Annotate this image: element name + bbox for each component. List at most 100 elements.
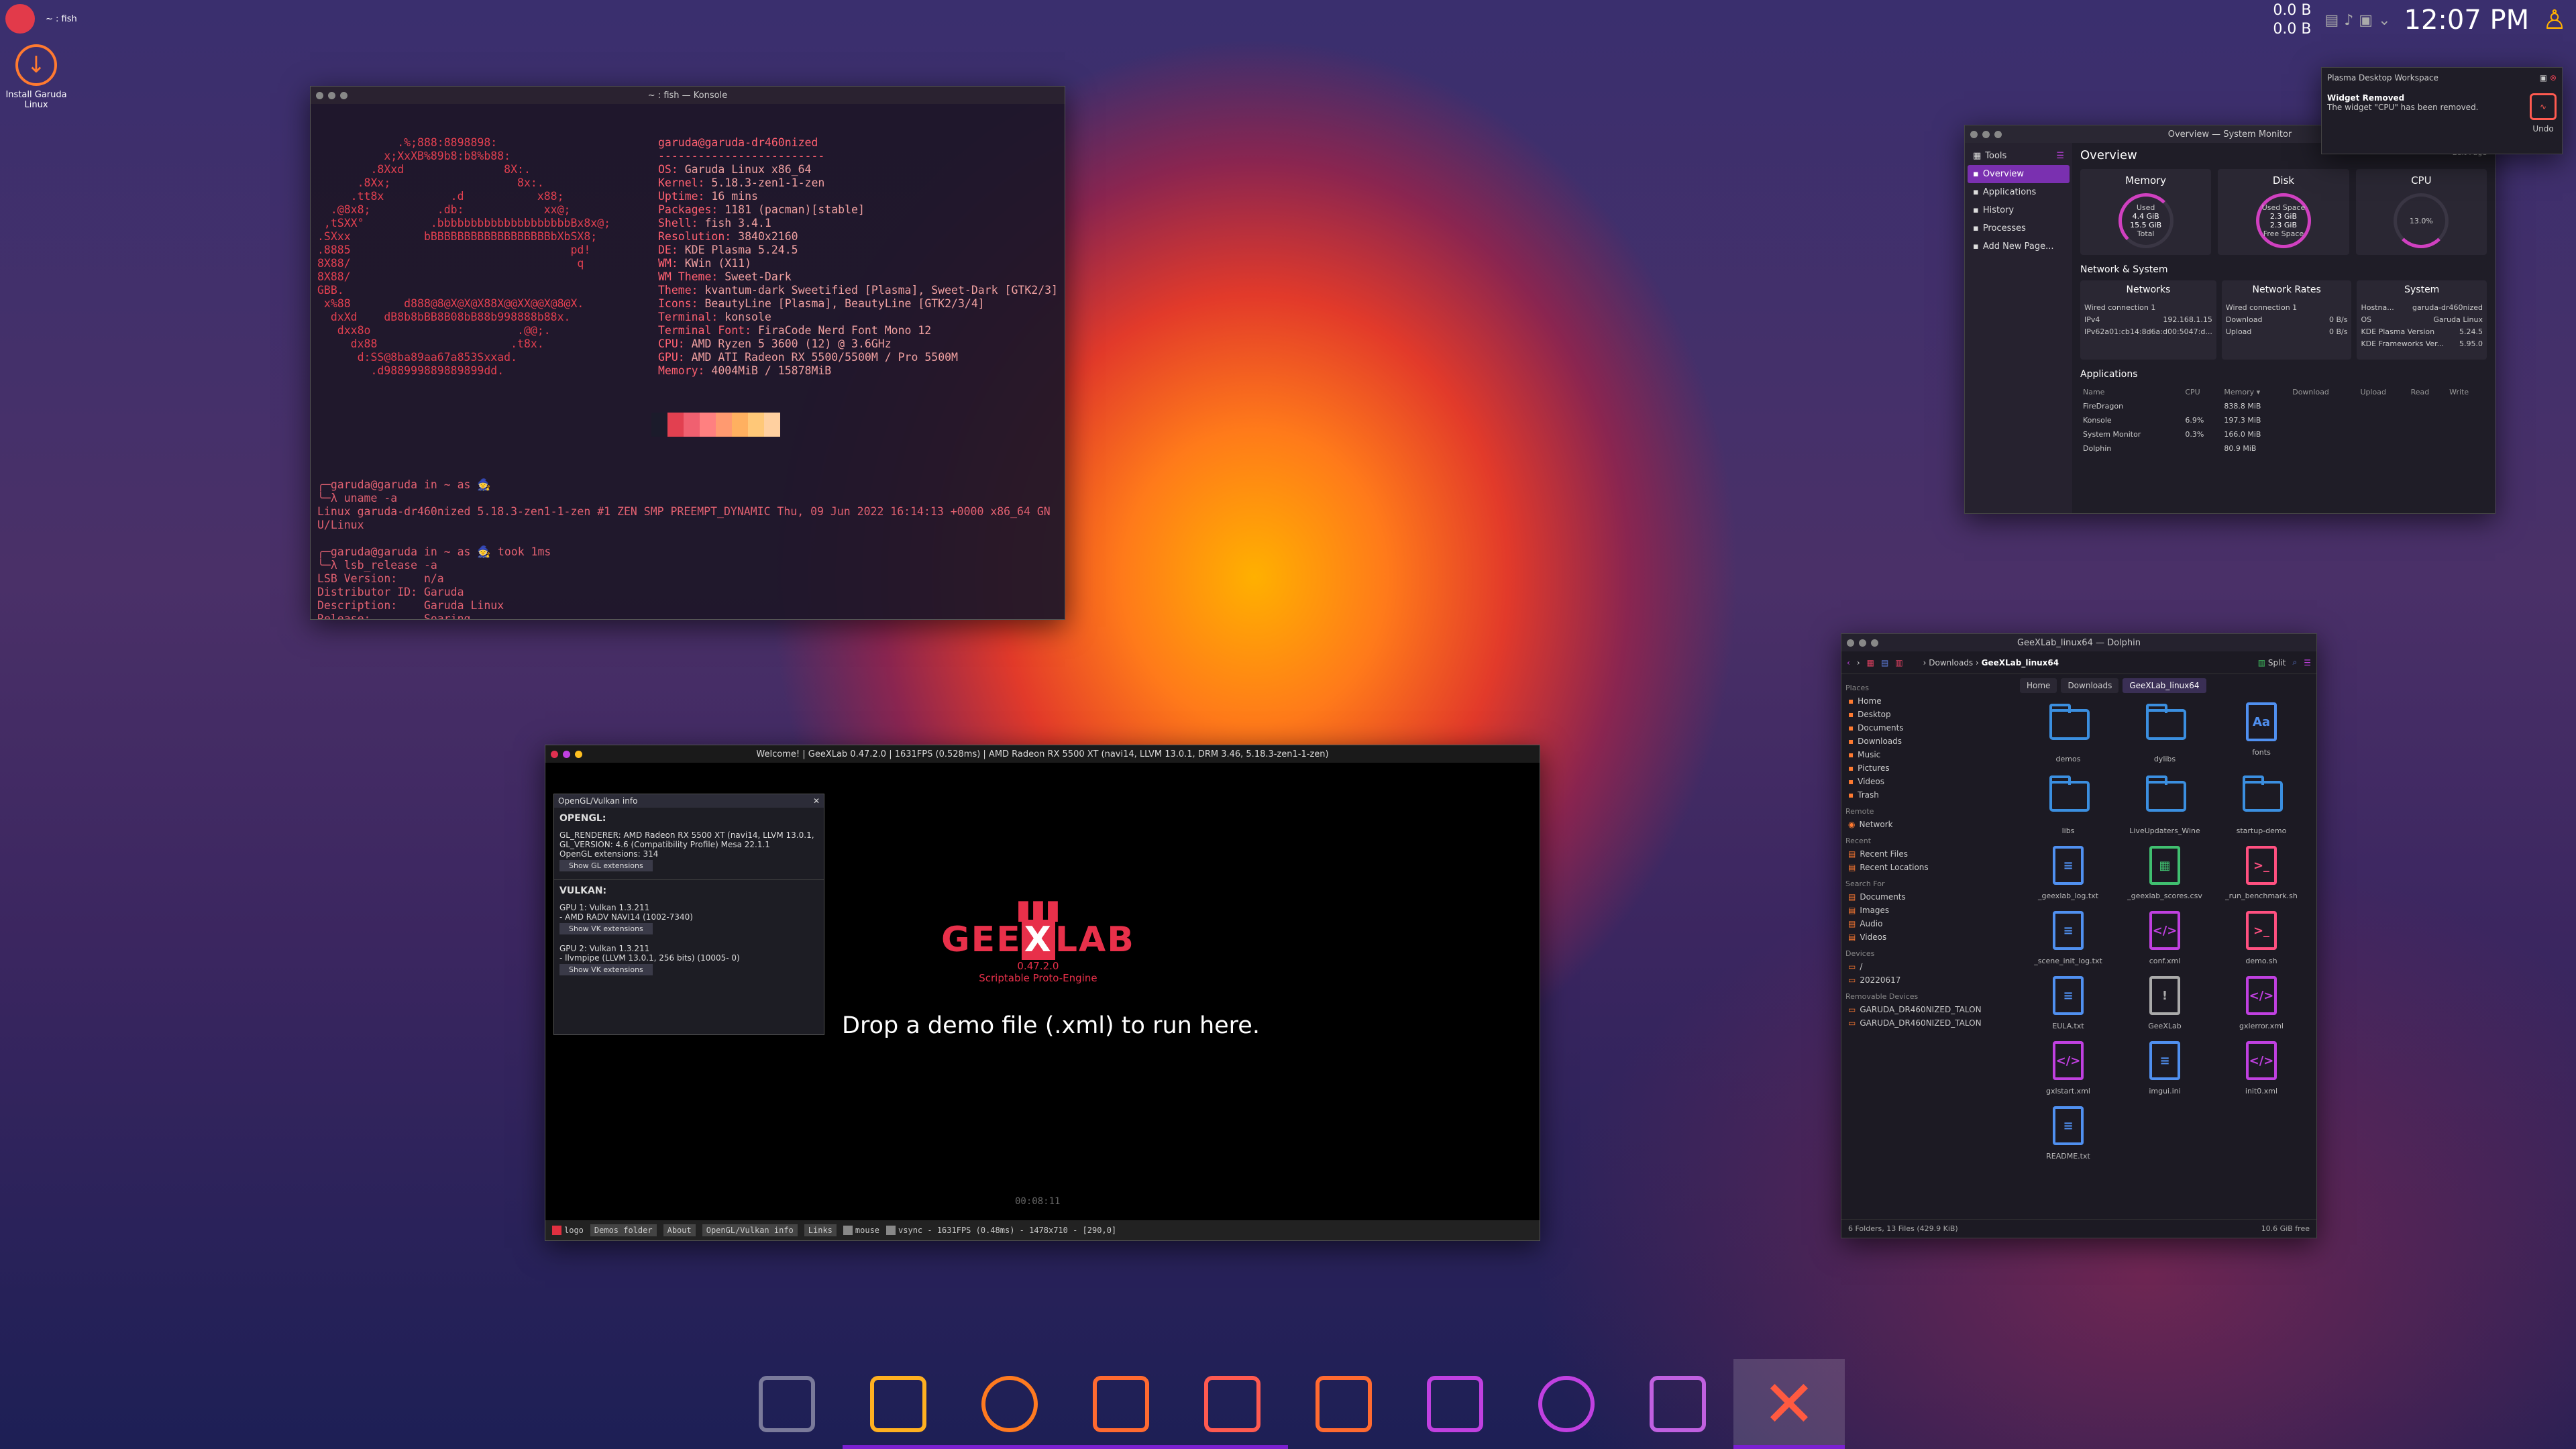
hamburger-icon[interactable]: ☰ <box>2056 151 2064 161</box>
place-item[interactable]: ▪ Videos <box>1845 775 2009 788</box>
file-item[interactable]: ≡ EULA.txt <box>2020 976 2116 1030</box>
taskbar-konsole[interactable] <box>843 1359 954 1449</box>
show-vk-extensions-button[interactable]: Show VK extensions <box>559 923 653 934</box>
close-icon[interactable]: ⊗ <box>2550 73 2557 83</box>
search-icon[interactable]: ⌕ <box>2293 657 2298 667</box>
konsole-window[interactable]: ~ : fish — Konsole .%;888:8898898: x;XxX… <box>310 86 1065 620</box>
minimize-button[interactable] <box>1859 639 1866 647</box>
place-item[interactable]: ▭ / <box>1845 960 2009 973</box>
file-item[interactable]: LiveUpdaters_Wine <box>2116 774 2213 835</box>
chevron-down-icon[interactable]: ⌄ <box>2378 12 2390 29</box>
column-header[interactable]: Write <box>2447 385 2487 399</box>
file-item[interactable]: </> conf.xml <box>2116 911 2213 965</box>
show-gl-extensions-button[interactable]: Show GL extensions <box>559 860 653 871</box>
links-button[interactable]: Links <box>804 1224 837 1236</box>
user-icon[interactable]: ♙ <box>2542 5 2567 36</box>
about-button[interactable]: About <box>663 1224 696 1236</box>
file-item[interactable]: ≡ _scene_init_log.txt <box>2020 911 2116 965</box>
minimize-button[interactable] <box>1982 131 1990 138</box>
mouse-toggle[interactable]: mouse <box>843 1226 879 1236</box>
place-item[interactable]: ▤ Recent Files <box>1845 847 2009 861</box>
logo-toggle[interactable]: logo <box>552 1226 584 1236</box>
place-item[interactable]: ▪ Downloads <box>1845 735 2009 748</box>
taskbar-dolphin[interactable] <box>1065 1359 1177 1449</box>
place-item[interactable]: ▪ Pictures <box>1845 761 2009 775</box>
geexlab-window[interactable]: Welcome! | GeeXLab 0.47.2.0 | 1631FPS (0… <box>545 745 1540 1241</box>
place-item[interactable]: ▭ 20220617 <box>1845 973 2009 987</box>
place-item[interactable]: ▪ Desktop <box>1845 708 2009 721</box>
nav-item[interactable]: ▪ History <box>1968 201 2070 219</box>
place-item[interactable]: ▪ Music <box>1845 748 2009 761</box>
window-controls[interactable] <box>1847 639 1878 647</box>
maximize-button[interactable] <box>1871 639 1878 647</box>
tools-menu[interactable]: ▦ Tools ☰ <box>1968 147 2070 165</box>
place-item[interactable]: ▪ Trash <box>1845 788 2009 802</box>
file-item[interactable]: </> gxlstart.xml <box>2020 1041 2116 1095</box>
back-icon[interactable]: ‹ <box>1847 658 1850 667</box>
garuda-menu-icon[interactable] <box>5 4 35 34</box>
taskbar-store[interactable] <box>1622 1359 1733 1449</box>
place-item[interactable]: ▪ Home <box>1845 694 2009 708</box>
show-vk-extensions-button-2[interactable]: Show VK extensions <box>559 964 653 975</box>
file-item[interactable]: ▦ _geexlab_scores.csv <box>2116 846 2213 900</box>
undo-button[interactable]: Undo <box>2530 124 2557 133</box>
view-icons-icon[interactable]: ▦ <box>1867 658 1874 667</box>
place-item[interactable]: ▤ Documents <box>1845 890 2009 904</box>
nav-item[interactable]: ▪ Processes <box>1968 219 2070 237</box>
demos-folder-button[interactable]: Demos folder <box>590 1224 657 1236</box>
place-item[interactable]: ▤ Images <box>1845 904 2009 917</box>
table-row[interactable]: System Monitor 0.3% 166.0 MiB <box>2080 427 2487 441</box>
tray-icons[interactable]: ▤ ♪ ▣ ⌄ <box>2324 12 2390 29</box>
table-row[interactable]: FireDragon 838.8 MiB <box>2080 399 2487 413</box>
place-item[interactable]: ◉ Network <box>1845 818 2009 831</box>
place-item[interactable]: ▤ Recent Locations <box>1845 861 2009 874</box>
minimize-button[interactable] <box>328 92 335 99</box>
file-item[interactable]: ≡ _geexlab_log.txt <box>2020 846 2116 900</box>
table-row[interactable]: Dolphin 80.9 MiB <box>2080 441 2487 455</box>
gl-info-button[interactable]: OpenGL/Vulkan info <box>702 1224 798 1236</box>
maximize-button[interactable] <box>1994 131 2002 138</box>
tab-downloads[interactable]: Downloads <box>2061 678 2119 693</box>
close-button[interactable] <box>316 92 323 99</box>
file-item[interactable]: >_ demo.sh <box>2213 911 2310 965</box>
window-controls[interactable] <box>1970 131 2002 138</box>
taskbar-s-app[interactable] <box>1511 1359 1622 1449</box>
column-header[interactable]: CPU <box>2182 385 2221 399</box>
column-header[interactable]: Read <box>2408 385 2447 399</box>
close-button[interactable] <box>1847 639 1854 647</box>
dolphin-window[interactable]: GeeXLab_linux64 — Dolphin ‹ › ▦ ▤ ▥ › Do… <box>1841 633 2317 1238</box>
clock[interactable]: 12:07 PM <box>2404 5 2530 36</box>
notification-popup[interactable]: Plasma Desktop Workspace ▣ ⊗ Widget Remo… <box>2321 67 2563 154</box>
maximize-button[interactable] <box>340 92 347 99</box>
window-controls[interactable] <box>316 92 347 99</box>
view-details-icon[interactable]: ▥ <box>1895 658 1902 667</box>
system-monitor-window[interactable]: Overview — System Monitor ▦ Tools ☰ ▪ Overv… <box>1964 125 2496 514</box>
file-item[interactable]: </> gxlerror.xml <box>2213 976 2310 1030</box>
konsole-titlebar[interactable]: ~ : fish — Konsole <box>311 87 1065 104</box>
gl-info-panel[interactable]: OpenGL/Vulkan info ✕ OPENGL: GL_RENDERER:… <box>553 794 824 1035</box>
column-header[interactable]: Download <box>2290 385 2357 399</box>
place-item[interactable]: ▤ Videos <box>1845 930 2009 944</box>
nav-item[interactable]: ▪ Applications <box>1968 183 2070 201</box>
place-item[interactable]: ▪ Documents <box>1845 721 2009 735</box>
dolphin-titlebar[interactable]: GeeXLab_linux64 — Dolphin <box>1841 634 2316 651</box>
clipboard-icon[interactable]: ▤ <box>2324 12 2339 29</box>
file-item[interactable]: </> init0.xml <box>2213 1041 2310 1095</box>
column-header[interactable]: Memory ▾ <box>2221 385 2290 399</box>
file-item[interactable]: ≡ imgui.ini <box>2116 1041 2213 1095</box>
config-icon[interactable]: ▣ <box>2540 73 2547 83</box>
tab-geexlab-linux64[interactable]: GeeXLab_linux64 <box>2123 678 2206 693</box>
nav-item[interactable]: ▪ Overview <box>1968 165 2070 183</box>
hamburger-icon[interactable]: ☰ <box>2304 658 2311 667</box>
table-row[interactable]: Konsole 6.9% 197.3 MiB <box>2080 413 2487 427</box>
close-button[interactable] <box>1970 131 1978 138</box>
view-compact-icon[interactable]: ▤ <box>1881 658 1888 667</box>
forward-icon[interactable]: › <box>1857 658 1860 667</box>
taskbar-system-monitor[interactable] <box>1177 1359 1288 1449</box>
geexlab-titlebar[interactable]: Welcome! | GeeXLab 0.47.2.0 | 1631FPS (0… <box>545 745 1540 763</box>
file-item[interactable]: demos <box>2020 702 2116 763</box>
taskbar-pie[interactable] <box>1288 1359 1399 1449</box>
network-icon[interactable]: ▣ <box>2359 12 2373 29</box>
terminal-output[interactable]: .%;888:8898898: x;XxXB%89b8:b8%b88: .8Xx… <box>311 104 1065 619</box>
taskbar-garuda[interactable] <box>731 1359 843 1449</box>
